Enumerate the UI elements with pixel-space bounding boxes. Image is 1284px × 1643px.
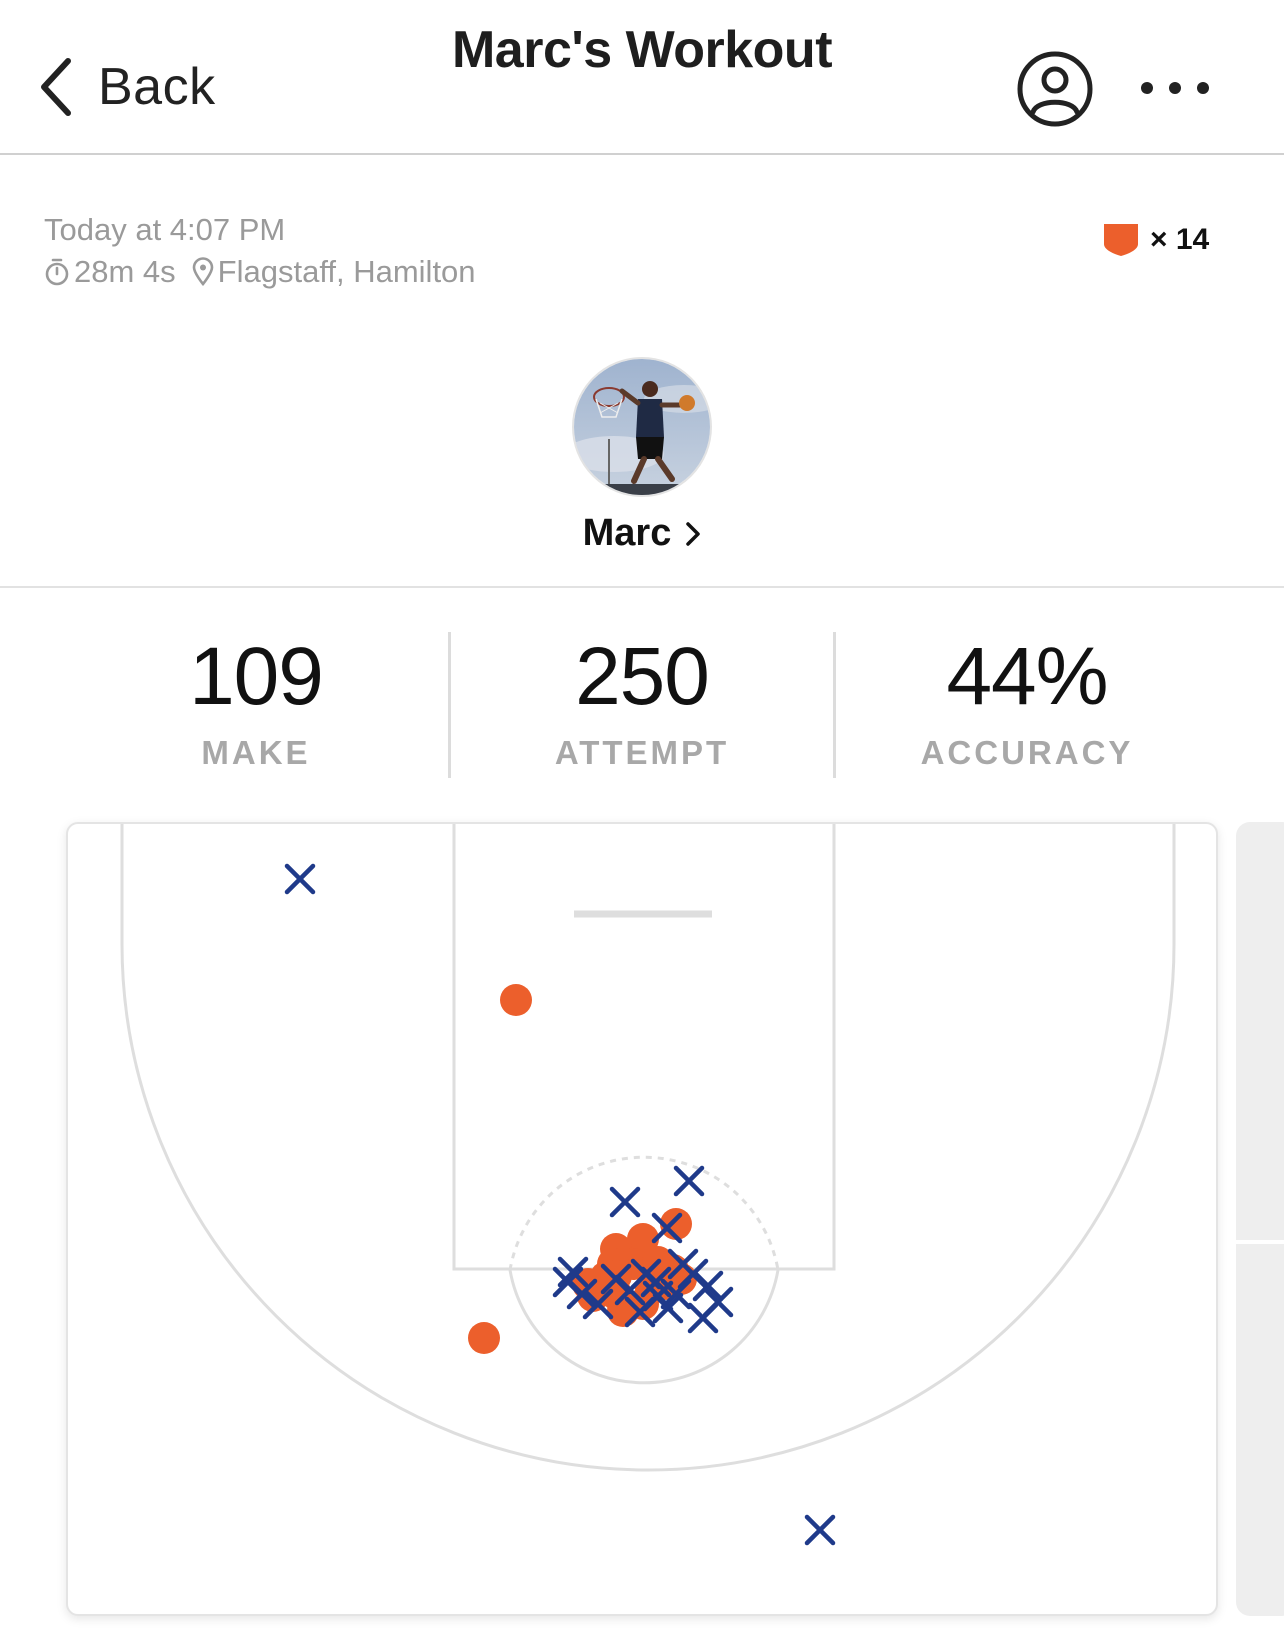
made-shot-marker [500,984,532,1016]
stat-make-value: 109 [189,631,324,722]
avatar-photo [574,359,710,495]
stat-accuracy: 44% ACCURACY [835,632,1219,772]
user-circle-icon [1017,51,1093,127]
court-diagram [120,824,1176,1546]
stat-make-label: MAKE [201,734,311,771]
more-horizontal-icon [1141,82,1209,94]
profile-button[interactable] [1015,49,1095,129]
stats-row: 109 MAKE 250 ATTEMPT 44% ACCURACY [0,632,1284,778]
next-card-divider [1236,1240,1284,1244]
session-location: Flagstaff, Hamilton [217,254,476,289]
top-bar: Back Marc's Workout [0,0,1284,155]
player-name: Marc [582,512,672,554]
stat-accuracy-label: ACCURACY [920,734,1134,771]
stat-attempt: 250 ATTEMPT [450,632,834,772]
stat-make: 109 MAKE [64,632,448,772]
more-options-button[interactable] [1140,70,1210,106]
stat-separator [448,632,451,778]
location-pin-icon [192,257,214,287]
next-card-peek[interactable] [1236,822,1284,1616]
badge-count: × 14 [1150,223,1210,256]
shield-icon [1104,224,1138,256]
missed-shot-marker [673,1165,705,1197]
stat-separator [833,632,836,778]
missed-shot-marker [284,863,316,895]
shot-chart-card[interactable] [66,822,1218,1616]
missed-shot-marker [804,1514,836,1546]
missed-shot-marker [687,1302,719,1334]
session-duration: 28m 4s [74,254,176,289]
missed-shot-marker [609,1186,641,1218]
stat-attempt-value: 250 [575,631,710,722]
section-divider [0,586,1284,588]
court-lines [120,824,1176,1472]
shots-layer [284,863,836,1546]
session-date: Today at 4:07 PM [44,212,286,247]
made-shot-marker [468,1322,500,1354]
stopwatch-icon [44,257,70,287]
player-link[interactable]: Marc [0,512,1284,555]
session-meta: Today at 4:07 PM 28m 4s Flagstaff, Hamil… [44,210,476,292]
stat-accuracy-value: 44% [946,631,1108,722]
chevron-right-icon [685,520,701,548]
avatar[interactable] [572,357,712,497]
stat-attempt-label: ATTEMPT [554,734,730,771]
achievement-badge[interactable]: × 14 [1102,222,1209,258]
